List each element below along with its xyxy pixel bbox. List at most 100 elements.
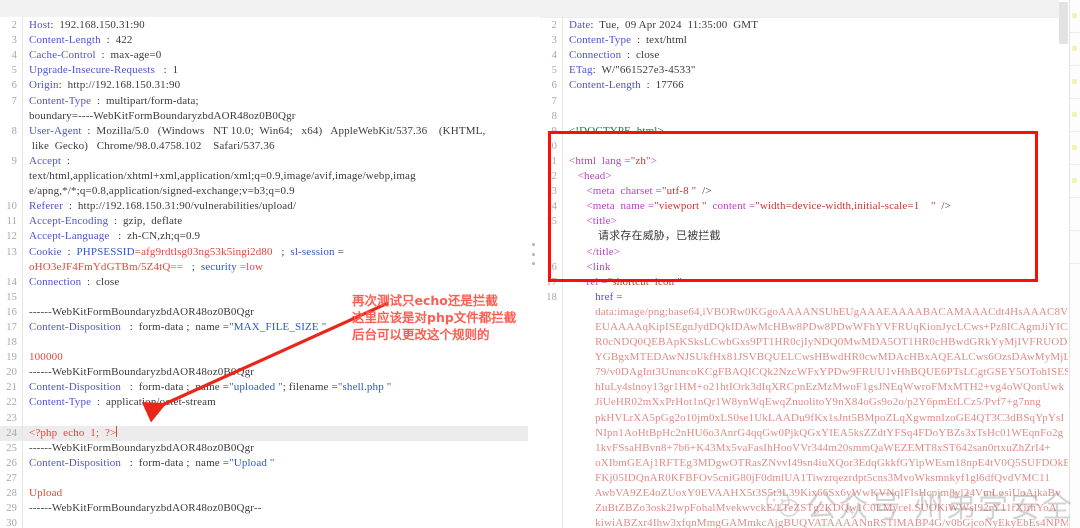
code-line[interactable]: 17 rel ="shortcut icon " <box>540 274 1068 290</box>
code-line[interactable]: 24 <?php echo 1; ?> <box>0 425 528 441</box>
code-line[interactable]: 28 Upload <box>0 486 528 502</box>
code-line[interactable]: 请求存在威胁，已被拦截 <box>540 229 1068 245</box>
code-line[interactable]: 5 Upgrade-Insecure-Requests : 1 <box>0 63 528 79</box>
splitter-grip-icon[interactable] <box>531 243 535 265</box>
response-panel[interactable]: 1HTTP/1.1 403 Forbidden2Date: Tue, 09 Ap… <box>540 0 1068 528</box>
code-line[interactable]: JiUeHR02mXxPrHot1nQr1W8ynWqEwqZnuolitoY9… <box>540 395 1068 411</box>
line-number: 12 <box>546 171 557 183</box>
code-token: oHO3eJF4FmYdGTBm/5Z4tQ== <box>29 260 184 273</box>
code-line[interactable]: 22 Content-Type : application/octet-strea… <box>0 395 528 411</box>
code-token: <html lang = <box>569 154 631 167</box>
code-line[interactable]: AwbVA9ZE4oZUoxY0EVAAHX5t3S5t3L39Kix66Sx6… <box>540 486 1068 502</box>
line-number <box>540 320 562 335</box>
code-line[interactable]: YGBgxMTEDAwNJSUkfHx81JSVBQUELCwsHBwdHR0c… <box>540 350 1068 366</box>
request-code-area[interactable]: 1POST /vulnerabilities/upload/ HTTP/1.12… <box>0 0 528 528</box>
code-token: ; <box>183 260 201 273</box>
code-line[interactable]: 9 Accept : <box>0 153 528 170</box>
code-token: href = <box>569 290 623 303</box>
code-line[interactable]: 2 Host: 192.168.150.31:90 <box>0 18 528 34</box>
line-number <box>540 365 562 380</box>
code-line-text: Date: Tue, 09 Apr 2024 11:35:00 GMT <box>562 18 1068 34</box>
code-line[interactable]: NIpn1AoHtBpHc2nHU6o3AnrG4qqGw0PjkQGxYIEA… <box>540 425 1068 441</box>
code-token: : text/html <box>631 34 688 47</box>
code-line[interactable]: 6 Origin: http://192.168.150.31:90 <box>0 78 528 94</box>
code-line[interactable]: 18 href = <box>540 289 1068 305</box>
code-line[interactable]: 11 Accept-Encoding : gzip, deflate <box>0 214 528 230</box>
code-line[interactable]: 26 Content-Disposition : form-data ; name… <box>0 455 528 471</box>
code-line[interactable]: FKj05IDQnAR0KFBFOv5cniG80jF0dmlUA1Tiwzrq… <box>540 470 1068 486</box>
code-line[interactable]: boundary=----WebKitFormBoundaryzbdAOR48o… <box>0 108 528 124</box>
code-token: <link <box>569 260 611 273</box>
code-line[interactable]: 10 Referer : http://192.168.150.31:90/vul… <box>0 199 528 215</box>
code-line[interactable]: 8 User-Agent : Mozilla/5.0 (Windows NT 10… <box>0 123 528 139</box>
line-number <box>540 350 562 365</box>
panel-splitter[interactable] <box>528 0 540 528</box>
code-token: oXIbmGEAj1RFTEg3MDgwOTRasZNvvI49sn4iuXQo… <box>569 456 1068 469</box>
code-line[interactable]: 25 ------WebKitFormBoundaryzbdAOR48oz0B0Q… <box>0 440 528 456</box>
code-line[interactable]: 12 Accept-Language : zh-CN,zh;q=0.9 <box>0 229 528 245</box>
code-line[interactable]: 10 <box>540 138 1068 154</box>
code-line[interactable]: 1kvFSsaHBvn8+7b6+K43Mx5vaFasIhHooVVr344m… <box>540 440 1068 456</box>
code-line[interactable]: 7 Content-Type : multipart/form-data; <box>0 93 528 109</box>
code-line[interactable]: 7 <box>540 93 1068 109</box>
code-line-text: Content-Type : multipart/form-data; <box>22 93 528 109</box>
code-line[interactable]: 11 <html lang ="zh"> <box>540 153 1068 170</box>
code-line[interactable]: 8 <box>540 108 1068 124</box>
code-line[interactable]: kiwiABZxr4Ihw3xfqnMmgGAMmkcAjgBUQVATAAAA… <box>540 516 1068 528</box>
code-line[interactable]: e/apng,*/*;q=0.8,application/signed-exch… <box>0 184 528 200</box>
line-number: 4 <box>551 50 557 62</box>
code-line[interactable]: oXIbmGEAj1RFTEg3MDgwOTRasZNvvI49sn4iuXQo… <box>540 455 1068 471</box>
code-line[interactable]: 15 <title> <box>540 214 1068 230</box>
code-line[interactable]: R0cNDQ0QEBApKSksLCwbGxs9PT1HR0cjIyNDQ0Mw… <box>540 335 1068 351</box>
code-token: : Tue, 09 Apr 2024 11:35:00 GMT <box>590 19 759 32</box>
code-line[interactable]: 9 <!DOCTYPE html> <box>540 123 1068 139</box>
code-line[interactable]: 23 <box>0 410 528 426</box>
code-line-text: hIuLy4slnoy13gr1HM+o21htIOrk3dIqXRCpnEzM… <box>562 380 1068 396</box>
code-token: Accept-Encoding <box>29 215 109 228</box>
code-line[interactable]: 2 Date: Tue, 09 Apr 2024 11:35:00 GMT <box>540 18 1068 34</box>
code-line[interactable]: 79/v0DAgInt3UnuncoKCgFBAQICQk2NzcWFxYPDw… <box>540 365 1068 381</box>
code-line[interactable]: ZuBtZBZo3osk2IwpFohalMvekwvckE/LTeZSTg2K… <box>540 501 1068 517</box>
code-line[interactable]: 16 <link <box>540 259 1068 275</box>
code-line[interactable]: 29 ------WebKitFormBoundaryzbdAOR48oz0B0Q… <box>0 501 528 517</box>
vertical-scrollbar[interactable] <box>1059 2 1068 44</box>
code-token: = <box>334 245 344 258</box>
code-line[interactable]: like Gecko) Chrome/98.0.4758.102 Safari/… <box>0 138 528 154</box>
code-line[interactable]: </title> <box>540 244 1068 260</box>
code-line[interactable]: 5 ETag: W/"661527e3-4533" <box>540 63 1068 79</box>
code-line[interactable]: 30 <box>0 516 528 528</box>
code-token: YGBgxMTEDAwNJSUkfHx81JSVBQUELCwsHBwdHR0c… <box>569 351 1068 364</box>
code-line[interactable]: 19 100000 <box>0 350 528 366</box>
code-token: : zh-CN,zh;q=0.9 <box>109 230 201 243</box>
code-line[interactable]: 4 Cache-Control : max-age=0 <box>0 48 528 64</box>
code-line[interactable]: 6 Content-Length : 17766 <box>540 78 1068 94</box>
code-line[interactable]: data:image/png;base64,iVBORw0KGgoAAAANSU… <box>540 304 1068 320</box>
code-line[interactable]: 3 Content-Type : text/html <box>540 33 1068 49</box>
code-line[interactable]: 13 Cookie : PHPSESSID=afg9rdtlsg03ng53k5i… <box>0 244 528 260</box>
code-line[interactable]: 27 <box>0 470 528 486</box>
editor-window: 1POST /vulnerabilities/upload/ HTTP/1.12… <box>0 0 1080 528</box>
code-line[interactable]: pkHVLrXA5pGg2o10jm0xLS0se1UkLAADu9fKx1sJ… <box>540 410 1068 426</box>
line-number <box>540 305 562 320</box>
code-line[interactable]: text/html,application/xhtml+xml,applicat… <box>0 169 528 185</box>
code-line[interactable]: oHO3eJF4FmYdGTBm/5Z4tQ== ; security =low <box>0 259 528 275</box>
response-code-area[interactable]: 1HTTP/1.1 403 Forbidden2Date: Tue, 09 Ap… <box>540 0 1068 528</box>
line-number: 9 <box>11 155 17 167</box>
code-line-text: Upload <box>22 486 528 502</box>
code-token: content = <box>706 200 756 213</box>
code-line[interactable]: 21 Content-Disposition : form-data ; name… <box>0 380 528 396</box>
line-number: 2 <box>11 20 17 32</box>
code-line[interactable]: EUAAAAqKipISEgnJydDQkIDAwMcHBw8PDw8PDwWF… <box>540 319 1068 336</box>
code-line-text: Content-Length : 422 <box>22 33 528 49</box>
code-line[interactable]: 14 <meta name ="viewport " content ="wid… <box>540 199 1068 215</box>
minimap-strip[interactable] <box>1069 0 1080 528</box>
code-line[interactable]: 13 <meta charset ="utf-8 " /> <box>540 184 1068 200</box>
code-line[interactable]: 12 <head> <box>540 169 1068 185</box>
code-token: FKj05IDQnAR0KFBFOv5cniG80jF0dmlUA1Tiwzrq… <box>569 471 1050 484</box>
request-panel[interactable]: 1POST /vulnerabilities/upload/ HTTP/1.12… <box>0 0 528 528</box>
code-line[interactable]: 20 ------WebKitFormBoundaryzbdAOR48oz0B0Q… <box>0 365 528 381</box>
code-line[interactable]: hIuLy4slnoy13gr1HM+o21htIOrk3dIqXRCpnEzM… <box>540 380 1068 396</box>
code-line[interactable]: 14 Connection : close <box>0 274 528 290</box>
code-line[interactable]: 4 Connection : close <box>540 48 1068 64</box>
code-line[interactable]: 3 Content-Length : 422 <box>0 33 528 49</box>
